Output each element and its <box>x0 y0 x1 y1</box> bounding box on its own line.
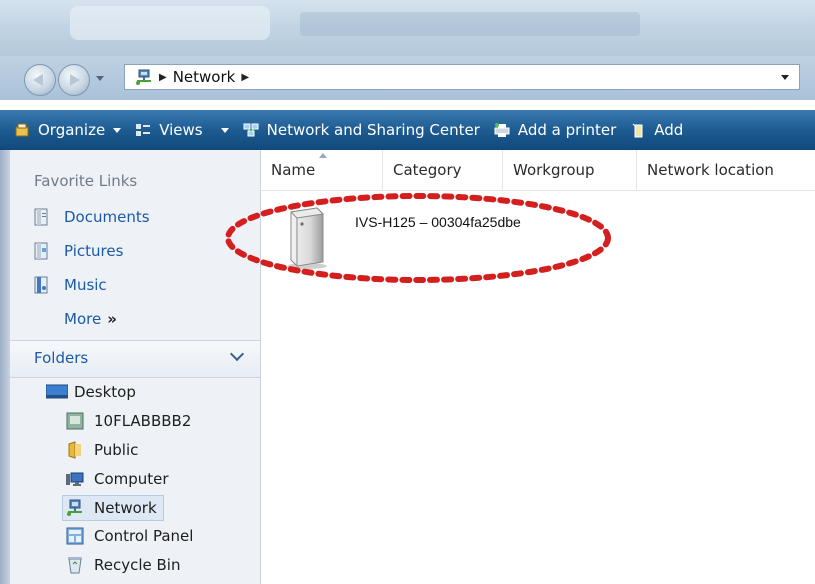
tree-item-control-panel[interactable]: Control Panel <box>66 524 193 548</box>
desktop-icon <box>45 383 69 401</box>
documents-icon <box>34 208 50 226</box>
network-device-item[interactable]: IVS-H125 – 00304fa25dbe <box>283 206 603 276</box>
forward-button[interactable] <box>58 64 90 96</box>
tree-item-label: Desktop <box>74 383 136 401</box>
column-header-label: Network location <box>647 161 774 179</box>
network-icon <box>66 499 84 517</box>
tree-item-label: Control Panel <box>94 527 194 545</box>
user-icon <box>66 412 84 430</box>
tree-item-network[interactable]: Network <box>62 495 164 521</box>
column-header-category[interactable]: Category <box>383 150 503 190</box>
favorite-link-pictures[interactable]: Pictures <box>34 242 123 260</box>
column-header-network-location[interactable]: Network location <box>637 150 815 190</box>
folder-icon <box>66 441 84 459</box>
tree-item-label: 10FLABBBB2 <box>94 412 192 430</box>
tree-item-label: Network <box>94 499 157 517</box>
column-header-row: Name Category Workgroup Network location <box>261 150 815 191</box>
favorite-link-documents[interactable]: Documents <box>34 208 150 226</box>
network-device-icon <box>283 206 329 270</box>
breadcrumb-separator-icon[interactable]: ▶ <box>241 72 249 83</box>
command-bar: Organize Views Network and Sharing Cente… <box>0 110 815 150</box>
network-icon <box>135 69 153 85</box>
column-header-name[interactable]: Name <box>261 150 383 190</box>
recent-pages-dropdown-icon[interactable] <box>96 76 104 81</box>
network-sharing-center-button[interactable]: Network and Sharing Center <box>243 110 480 150</box>
window-edge <box>0 150 10 584</box>
chevron-down-icon <box>220 127 229 133</box>
title-bar <box>0 0 815 56</box>
double-chevron-icon: » <box>107 310 117 328</box>
add-wireless-label: Add <box>654 121 684 139</box>
organize-icon <box>14 122 30 138</box>
add-printer-button[interactable]: Add a printer <box>494 110 616 150</box>
tree-item-label: Recycle Bin <box>94 556 181 574</box>
content-area: Name Category Workgroup Network location <box>261 150 815 584</box>
navigation-pane: Favorite Links Documents Pictures Music … <box>0 150 261 584</box>
favorite-link-label: Music <box>64 276 107 294</box>
tree-item-computer[interactable]: Computer <box>66 467 169 491</box>
add-printer-label: Add a printer <box>517 121 617 139</box>
organize-label: Organize <box>38 121 106 139</box>
forward-arrow-icon <box>70 74 80 86</box>
chevron-down-icon <box>113 127 122 133</box>
address-dropdown-icon[interactable] <box>781 75 789 80</box>
tree-item-public[interactable]: Public <box>66 438 138 462</box>
explorer-window: ▶ Network ▶ Organize Views Network and S <box>0 0 815 584</box>
music-icon <box>34 276 50 294</box>
address-row: ▶ Network ▶ <box>0 56 815 100</box>
address-bar[interactable]: ▶ Network ▶ <box>124 64 800 90</box>
breadcrumb-network[interactable]: Network <box>173 68 236 86</box>
printer-icon <box>494 122 510 138</box>
folders-header[interactable]: Folders <box>10 340 260 378</box>
add-wireless-device-button[interactable]: Add <box>630 110 683 150</box>
more-links-button[interactable]: More » <box>64 310 117 328</box>
chevron-down-icon <box>229 346 245 362</box>
network-sharing-label: Network and Sharing Center <box>266 121 480 139</box>
views-button[interactable]: Views <box>135 110 229 150</box>
tree-item-recycle-bin[interactable]: Recycle Bin <box>66 553 180 577</box>
sort-ascending-icon <box>319 153 327 158</box>
pictures-icon <box>34 242 50 260</box>
control-panel-icon <box>66 527 84 545</box>
tree-item-desktop[interactable]: Desktop <box>45 380 136 404</box>
column-header-label: Workgroup <box>513 161 595 179</box>
wireless-device-icon <box>630 122 646 138</box>
computer-icon <box>66 470 84 488</box>
favorite-links-title: Favorite Links <box>34 172 138 190</box>
favorite-link-label: Documents <box>64 208 150 226</box>
tree-item-label: Public <box>94 441 139 459</box>
folders-label: Folders <box>34 349 89 367</box>
column-header-label: Category <box>393 161 462 179</box>
column-header-workgroup[interactable]: Workgroup <box>503 150 637 190</box>
views-icon <box>135 122 151 138</box>
recycle-bin-icon <box>66 556 84 574</box>
network-sharing-icon <box>243 122 259 138</box>
favorite-link-music[interactable]: Music <box>34 276 107 294</box>
title-bar-glow <box>70 6 270 40</box>
back-arrow-icon <box>33 74 43 86</box>
more-label: More <box>64 310 102 328</box>
network-device-label: IVS-H125 – 00304fa25dbe <box>355 214 521 230</box>
favorite-link-label: Pictures <box>64 242 124 260</box>
breadcrumb-separator-icon[interactable]: ▶ <box>159 72 167 83</box>
tree-item-label: Computer <box>94 470 169 488</box>
tree-item-user-folder[interactable]: 10FLABBBB2 <box>66 409 191 433</box>
back-button[interactable] <box>24 64 56 96</box>
organize-button[interactable]: Organize <box>14 110 122 150</box>
column-header-label: Name <box>271 161 316 179</box>
title-bar-blur <box>300 12 640 36</box>
views-label: Views <box>159 121 203 139</box>
